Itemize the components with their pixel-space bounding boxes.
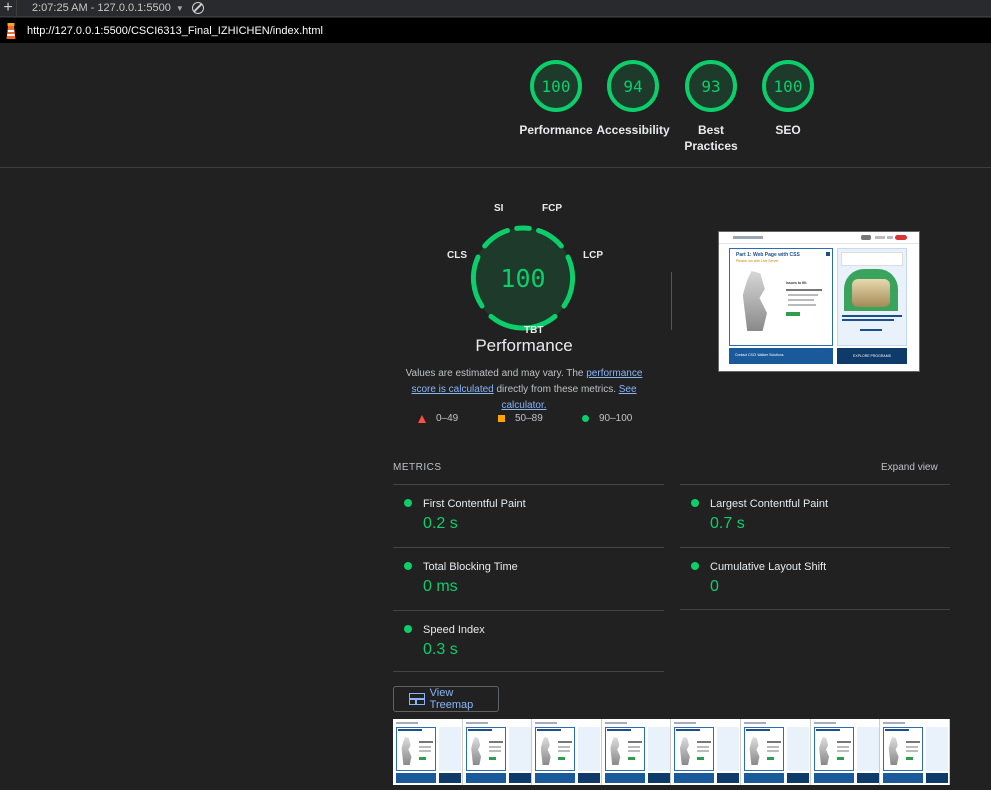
metric-name: Cumulative Layout Shift xyxy=(710,561,827,573)
metric-value: 0 xyxy=(710,578,719,595)
preview-subheading: Please run with Live Server xyxy=(736,259,779,263)
square-icon xyxy=(498,415,505,422)
legend-pass-label: 90–100 xyxy=(599,413,633,424)
triangle-icon xyxy=(418,414,426,423)
filmstrip-frame[interactable] xyxy=(601,719,672,785)
metric-tbt: Total Blocking Time 0 ms xyxy=(393,547,664,609)
score-performance: 100 xyxy=(530,60,582,112)
report-url-bar: http://127.0.0.1:5500/CSCI6313_Final_IZH… xyxy=(0,18,991,43)
preview-card: Issues to fill: xyxy=(780,281,830,331)
gauge-best-practices[interactable]: 93 Best Practices xyxy=(671,60,751,154)
score-best-practices: 93 xyxy=(685,60,737,112)
score-seo: 100 xyxy=(762,60,814,112)
preview-left-panel: Part 1: Web Page with CSS Please run wit… xyxy=(729,248,833,346)
label-accessibility: Accessibility xyxy=(596,123,670,137)
legend-fail: 0–49 xyxy=(418,413,458,424)
metric-value: 0 ms xyxy=(423,578,458,595)
treemap-icon xyxy=(409,693,425,705)
metric-cls: Cumulative Layout Shift 0 xyxy=(680,547,950,609)
metric-value: 0.7 s xyxy=(710,515,745,532)
score-note: Values are estimated and may vary. The p… xyxy=(392,366,656,414)
preview-footer-left: Contact CSCI Walker Solutions xyxy=(729,348,833,364)
filmstrip-frame[interactable] xyxy=(880,719,950,785)
preview-card-title: Issues to fill: xyxy=(786,281,808,285)
preview-footer-right-text: EXPLORE PROGRAMS xyxy=(853,354,891,358)
gauge-performance[interactable]: 100 Performance xyxy=(516,60,596,138)
performance-title: Performance xyxy=(475,336,573,355)
report-session-selector[interactable]: 2:07:25 AM - 127.0.0.1:5500 xyxy=(32,2,171,14)
tag-cls[interactable]: CLS xyxy=(447,250,467,261)
metrics-heading: METRICS xyxy=(393,462,442,473)
legend-fail-label: 0–49 xyxy=(436,413,459,424)
tag-lcp[interactable]: LCP xyxy=(583,250,603,261)
chevron-down-icon[interactable]: ▼ xyxy=(176,4,184,13)
pass-circle-icon xyxy=(404,562,412,570)
lighthouse-icon xyxy=(6,22,16,39)
filmstrip-frame[interactable] xyxy=(462,719,533,785)
metric-name: Largest Contentful Paint xyxy=(710,498,829,510)
preview-header xyxy=(719,232,919,244)
preview-footer-left-text: Contact CSCI Walker Solutions xyxy=(735,353,784,357)
metric-fcp: First Contentful Paint 0.2 s xyxy=(393,484,664,546)
pass-circle-icon xyxy=(691,499,699,507)
tag-si[interactable]: SI xyxy=(494,203,503,214)
pass-circle-icon xyxy=(404,625,412,633)
score-legend: 0–49 50–89 90–100 xyxy=(415,413,675,427)
filmstrip-frame[interactable] xyxy=(671,719,741,785)
note-middle: directly from these metrics. xyxy=(493,384,619,395)
clear-icon[interactable] xyxy=(191,2,204,14)
gauge-accessibility[interactable]: 94 Accessibility xyxy=(593,60,673,138)
legend-average-label: 50–89 xyxy=(515,413,543,424)
label-seo: SEO xyxy=(775,123,801,137)
metric-name: Total Blocking Time xyxy=(423,561,518,573)
legend-average: 50–89 xyxy=(498,413,543,424)
filmstrip-frame[interactable] xyxy=(810,719,881,785)
metric-divider xyxy=(393,671,664,672)
tag-tbt[interactable]: TBT xyxy=(524,325,543,336)
preview-heading: Part 1: Web Page with CSS xyxy=(736,252,800,258)
preview-footer-right: EXPLORE PROGRAMS xyxy=(837,348,907,364)
pass-circle-icon xyxy=(404,499,412,507)
page-url[interactable]: http://127.0.0.1:5500/CSCI6313_Final_IZH… xyxy=(27,25,323,37)
metric-name: First Contentful Paint xyxy=(423,498,526,510)
pass-circle-icon xyxy=(691,562,699,570)
performance-score: 100 xyxy=(500,263,546,293)
metric-divider xyxy=(680,609,950,610)
circle-icon xyxy=(582,415,589,422)
label-best-practices: Best Practices xyxy=(684,123,738,153)
label-performance: Performance xyxy=(519,123,593,137)
filmstrip-frame[interactable] xyxy=(532,719,602,785)
preview-statue-image xyxy=(742,271,767,331)
tag-fcp[interactable]: FCP xyxy=(542,203,562,214)
metric-name: Speed Index xyxy=(423,624,485,636)
gauge-seo[interactable]: 100 SEO xyxy=(748,60,828,138)
metric-value: 0.3 s xyxy=(423,641,458,658)
divider xyxy=(671,272,672,330)
category-scores: 100 Performance 94 Accessibility 93 Best… xyxy=(0,43,991,168)
legend-pass: 90–100 xyxy=(582,413,632,424)
score-accessibility: 94 xyxy=(607,60,659,112)
preview-right-panel xyxy=(837,248,907,346)
final-screenshot[interactable]: Part 1: Web Page with CSS Please run wit… xyxy=(718,231,920,372)
new-report-button[interactable]: + xyxy=(0,0,17,17)
filmstrip-frame[interactable] xyxy=(740,719,811,785)
expand-view-toggle[interactable]: Expand view xyxy=(881,462,938,473)
view-treemap-label: View Treemap xyxy=(429,687,474,711)
filmstrip-frame[interactable] xyxy=(393,719,463,785)
metric-lcp: Largest Contentful Paint 0.7 s xyxy=(680,484,950,546)
view-treemap-button[interactable]: View Treemap xyxy=(393,686,499,712)
filmstrip xyxy=(393,719,950,785)
metric-si: Speed Index 0.3 s xyxy=(393,610,664,672)
devtools-topbar: + 2:07:25 AM - 127.0.0.1:5500 ▼ xyxy=(0,0,991,17)
note-prefix: Values are estimated and may vary. The xyxy=(405,368,587,379)
metric-value: 0.2 s xyxy=(423,515,458,532)
